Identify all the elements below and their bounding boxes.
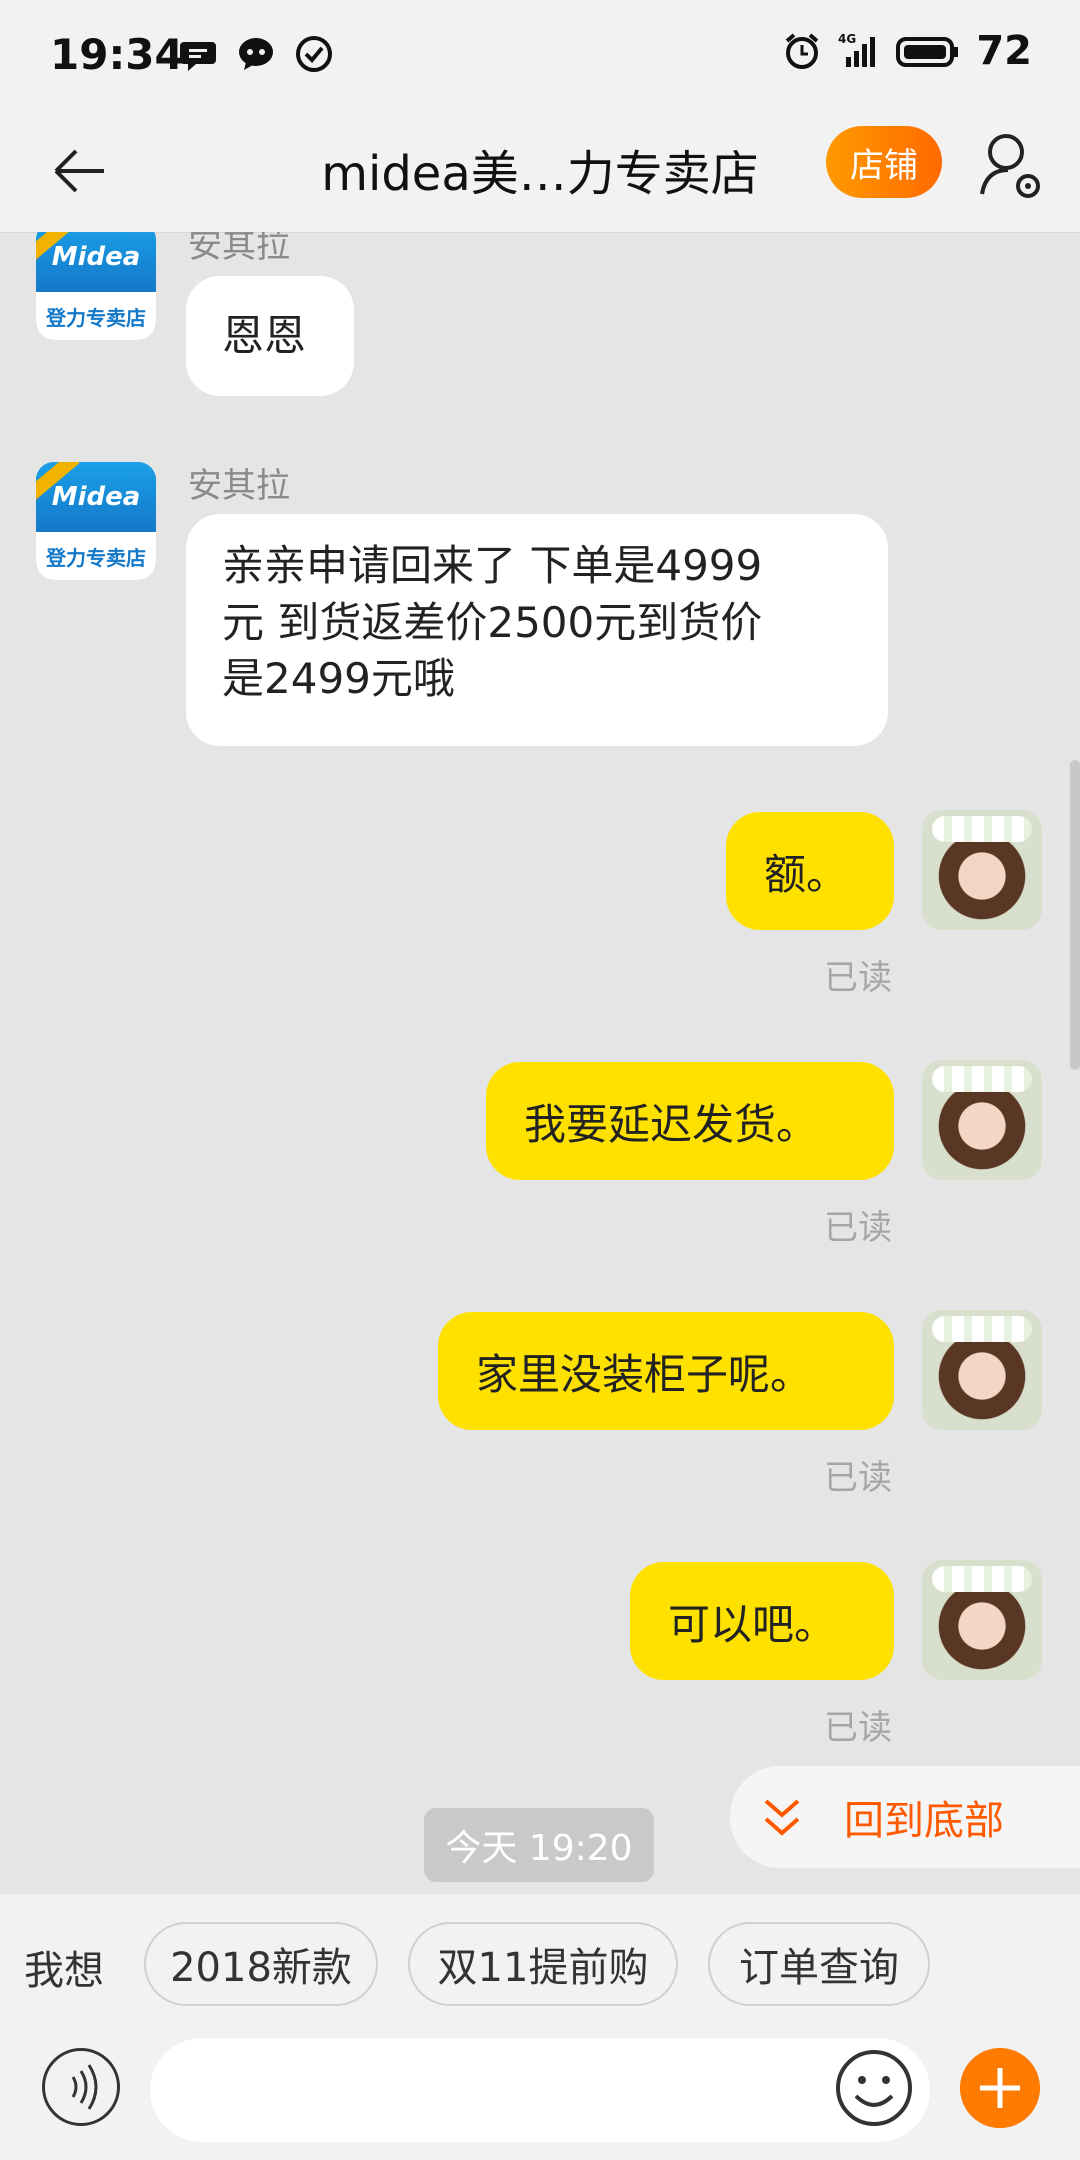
flower-crown xyxy=(932,1316,1032,1342)
message-line: 亲亲申请回来了 下单是4999 xyxy=(222,541,763,590)
double-chevron-down-icon xyxy=(764,1799,800,1836)
shop-button[interactable]: 店铺 xyxy=(826,126,942,198)
shop-avatar[interactable]: Midea 登力专卖店 xyxy=(36,462,156,580)
read-status: 已读 xyxy=(824,958,892,998)
my-message-bubble[interactable]: 我要延迟发货。 xyxy=(486,1062,894,1180)
user-settings-icon[interactable] xyxy=(978,130,1044,204)
message-bubble-icon xyxy=(180,42,216,71)
user-avatar[interactable] xyxy=(922,1060,1042,1180)
chip-double11[interactable]: 双11提前购 xyxy=(408,1922,678,2006)
message-line: 是2499元哦 xyxy=(222,654,455,704)
flower-crown xyxy=(932,1566,1032,1592)
chat-message-list[interactable]: Midea 登力专卖店 安其拉 恩恩 Midea 登力专卖店 安其拉 亲亲申请回… xyxy=(0,232,1080,1892)
battery-icon xyxy=(896,37,959,67)
battery-level: 72 xyxy=(976,28,1032,74)
flower-crown xyxy=(932,816,1032,842)
my-message-bubble[interactable]: 可以吧。 xyxy=(630,1562,894,1680)
chip-new-2018[interactable]: 2018新款 xyxy=(144,1922,378,2006)
message-bubble[interactable]: 恩恩 xyxy=(186,276,354,396)
input-bar xyxy=(0,2038,1080,2160)
quick-label: 我想 xyxy=(24,1948,104,1994)
chip-order-query[interactable]: 订单查询 xyxy=(708,1922,930,2006)
chat-bot-icon xyxy=(239,38,273,70)
sender-name: 安其拉 xyxy=(188,466,290,506)
scrollbar[interactable] xyxy=(1070,760,1080,1070)
back-to-bottom-button[interactable]: 回到底部 xyxy=(730,1766,1080,1868)
shop-caption: 登力专卖店 xyxy=(36,532,156,580)
user-avatar[interactable] xyxy=(922,1560,1042,1680)
shop-caption: 登力专卖店 xyxy=(36,292,156,340)
my-message-bubble[interactable]: 额。 xyxy=(726,812,894,930)
read-status: 已读 xyxy=(824,1458,892,1498)
alarm-icon xyxy=(786,33,819,69)
check-circle-icon xyxy=(296,36,332,72)
chat-header: midea美…力专卖店 店铺 xyxy=(0,110,1080,233)
shop-avatar[interactable]: Midea 登力专卖店 xyxy=(36,232,156,340)
message-line: 元 到货返差价2500元到货价 xyxy=(222,597,763,647)
status-icons-left xyxy=(178,34,334,74)
flower-crown xyxy=(932,1066,1032,1092)
back-to-bottom-label: 回到底部 xyxy=(844,1798,1004,1844)
voice-icon xyxy=(71,2064,98,2110)
emoji-icon[interactable] xyxy=(834,2048,914,2128)
time-divider: 今天 19:20 xyxy=(424,1808,654,1882)
network-label: 4G xyxy=(838,32,856,46)
my-message-bubble[interactable]: 家里没装柜子呢。 xyxy=(438,1312,894,1430)
user-avatar[interactable] xyxy=(922,810,1042,930)
user-avatar[interactable] xyxy=(922,1310,1042,1430)
voice-button[interactable] xyxy=(42,2048,120,2126)
read-status: 已读 xyxy=(824,1208,892,1248)
status-time: 19:34 xyxy=(50,30,184,79)
quick-suggestion-bar: 我想 2018新款 双11提前购 订单查询 xyxy=(0,1894,1080,2038)
message-bubble[interactable]: 亲亲申请回来了 下单是4999 元 到货返差价2500元到货价 是2499元哦 xyxy=(186,514,888,746)
message-input[interactable] xyxy=(150,2038,930,2142)
status-bar: 19:34 4G 72 xyxy=(0,0,1080,110)
status-icons-right: 4G 72 xyxy=(782,28,1032,74)
read-status: 已读 xyxy=(824,1708,892,1748)
signal-icon: 4G xyxy=(838,32,876,67)
plus-icon[interactable] xyxy=(960,2048,1040,2128)
sender-name: 安其拉 xyxy=(188,232,290,266)
